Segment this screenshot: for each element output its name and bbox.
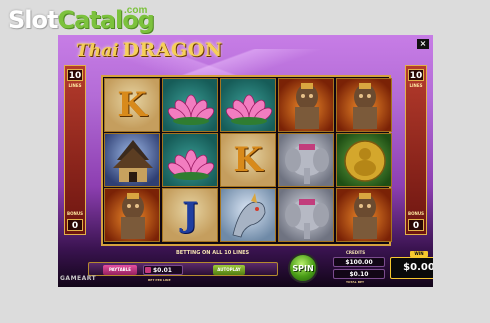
reel-symbol-statue xyxy=(278,78,334,132)
left-bottom-count: 0 xyxy=(67,219,83,231)
spin-button[interactable]: SPIN xyxy=(288,253,318,283)
total-bet-value: $0.10 xyxy=(333,269,385,279)
screenshot-stage: SlotCatalog .com × Thai DRAGON 10 LINES … xyxy=(0,0,490,323)
symbol-letter: K xyxy=(233,140,263,180)
reel-symbol-lotus xyxy=(162,78,218,132)
autoplay-button[interactable]: AUTOPLAY xyxy=(213,265,245,275)
logo-dragon: DRAGON xyxy=(122,39,223,61)
reel-grid[interactable]: KJK xyxy=(101,75,393,246)
win-value: $0.00 xyxy=(390,257,433,279)
logo-thai: Thai xyxy=(76,41,119,61)
reel-symbol-J: J xyxy=(162,188,218,242)
credits-label: CREDITS xyxy=(346,250,366,255)
reel-symbol-K: K xyxy=(104,78,160,132)
betting-text: BETTING ON ALL 10 LINES xyxy=(176,250,250,256)
reel-5 xyxy=(335,77,393,244)
right-bonus-label: BONUS xyxy=(408,211,424,216)
gameart-logo: GAMEART xyxy=(60,275,97,282)
credits-value: $100.00 xyxy=(333,257,385,267)
bet-per-line-stepper[interactable]: $0.01 xyxy=(143,265,183,275)
reel-symbol-lotus xyxy=(220,78,276,132)
win-display: WIN $0.00 xyxy=(390,251,433,283)
right-bottom-count: 0 xyxy=(408,219,424,231)
bet-bar: PAYTABLE $0.01 AUTOPLAY xyxy=(88,262,278,276)
left-lines-count[interactable]: 10 xyxy=(67,69,83,81)
reel-symbol-K: K xyxy=(220,133,276,187)
reel-symbol-elephant xyxy=(278,133,334,187)
reel-symbol-statue xyxy=(336,78,392,132)
close-button[interactable]: × xyxy=(417,39,429,49)
reel-symbol-temple xyxy=(104,133,160,187)
left-bonus-label: BONUS xyxy=(67,211,83,216)
reel-symbol-dragon xyxy=(220,188,276,242)
reel-4 xyxy=(277,77,335,244)
reel-1: K xyxy=(103,77,161,244)
bet-per-line-value: $0.01 xyxy=(153,267,172,274)
left-pillar: 10 LINES BONUS 0 xyxy=(64,65,86,235)
reel-symbol-lotus xyxy=(162,133,218,187)
right-pillar: 10 LINES BONUS 0 xyxy=(405,65,427,235)
game-logo: Thai DRAGON xyxy=(76,39,223,63)
bet-per-line-label: BET PER LINE xyxy=(148,278,171,282)
reel-symbol-elephant xyxy=(278,188,334,242)
reel-symbol-buddha xyxy=(336,133,392,187)
control-panel: BETTING ON ALL 10 LINES PAYTABLE $0.01 A… xyxy=(84,249,433,285)
reel-symbol-statue xyxy=(104,188,160,242)
right-lines-count[interactable]: 10 xyxy=(408,69,424,81)
reel-symbol-statue xyxy=(336,188,392,242)
bet-minus-icon[interactable] xyxy=(145,267,151,273)
watermark-com: .com xyxy=(124,5,148,16)
reel-2: J xyxy=(161,77,219,244)
total-bet-label: TOTAL BET xyxy=(346,280,365,284)
symbol-letter: K xyxy=(117,85,147,125)
game-window: × Thai DRAGON 10 LINES BONUS 0 10 LINES … xyxy=(58,35,433,287)
spin-label: SPIN xyxy=(292,264,314,273)
symbol-letter: J xyxy=(181,195,199,235)
reel-3: K xyxy=(219,77,277,244)
watermark-slot: Slot xyxy=(8,6,58,34)
right-lines-label: LINES xyxy=(409,83,423,88)
paytable-button[interactable]: PAYTABLE xyxy=(103,265,137,275)
left-lines-label: LINES xyxy=(68,83,82,88)
